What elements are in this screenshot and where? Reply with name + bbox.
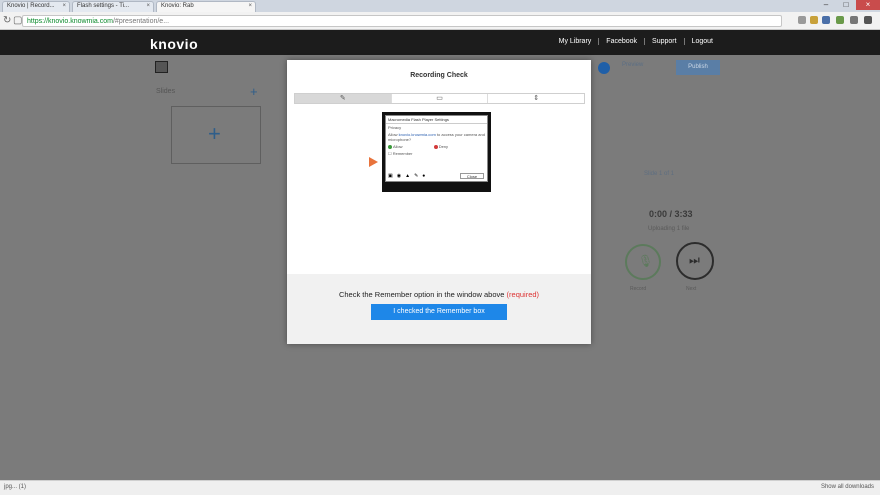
extension-icon[interactable] [798, 16, 806, 24]
browser-tab-3[interactable]: Knovio: Rab × [156, 1, 256, 12]
show-all-downloads-link[interactable]: Show all downloads [821, 484, 874, 490]
confirm-remember-button[interactable]: I checked the Remember box [371, 304, 507, 320]
extension-icon[interactable] [822, 16, 830, 24]
nav-facebook[interactable]: Facebook [598, 38, 644, 45]
slide-counter: Slide 1 of 1 [644, 171, 675, 177]
plus-icon: + [208, 121, 221, 146]
slides-label: Slides [156, 88, 176, 95]
timer-subtext: Uploading 1 file [648, 226, 690, 232]
slide-thumbnail-icon[interactable] [155, 61, 168, 73]
add-slide-icon[interactable]: + [250, 84, 258, 99]
browser-tab-2[interactable]: Flash settings - Ti... × [72, 1, 154, 12]
flash-close-button[interactable]: Close [460, 173, 484, 179]
publish-button[interactable]: Publish [676, 60, 720, 75]
preview-button[interactable]: Preview [622, 62, 664, 74]
close-tab-icon[interactable]: × [248, 3, 252, 9]
flash-privacy-label: Privacy [388, 125, 402, 130]
recording-timer: 0:00 / 3:33 [649, 209, 693, 219]
browser-tab-1[interactable]: Knovio | Record... × [2, 1, 70, 12]
flash-title: Macromedia Flash Player Settings [386, 116, 487, 124]
camera-icon[interactable]: ● [422, 173, 425, 179]
close-window-icon[interactable]: × [856, 0, 880, 10]
microphone-icon[interactable]: ✎ [414, 173, 418, 179]
skip-next-icon: ⏭ [689, 253, 700, 267]
required-label: (required) [506, 290, 540, 299]
nav-logout[interactable]: Logout [683, 38, 720, 45]
minimize-icon[interactable]: – [816, 0, 836, 10]
address-bar[interactable]: https://knovio.knowmia.com/#presentation… [22, 15, 782, 27]
download-bar: jpg... (1) Show all downloads [0, 480, 880, 495]
record-button[interactable]: 🎙 [625, 244, 661, 280]
flash-question: Allow knovio.knowmia.com to access your … [388, 132, 485, 142]
close-tab-icon[interactable]: × [62, 3, 66, 9]
next-button[interactable]: ⏭ [676, 242, 714, 280]
add-slide-card[interactable]: + [171, 106, 261, 164]
allow-radio[interactable] [388, 144, 392, 149]
flash-tab-icons: ▣ ◉ ▲ ✎ ● [388, 173, 425, 179]
extension-icon[interactable] [810, 16, 818, 24]
recording-check-dialog: Recording Check ✎ ▭ ⇕ Macromedia Flash P… [287, 60, 591, 344]
top-nav: My Library Facebook Support Logout [552, 38, 720, 45]
deny-label: Deny [438, 144, 449, 149]
menu-icon[interactable] [864, 16, 872, 24]
privacy-icon[interactable]: ◉ [397, 173, 401, 179]
maximize-icon[interactable]: □ [836, 0, 856, 10]
close-tab-icon[interactable]: × [146, 3, 150, 9]
next-label: Next [686, 286, 697, 292]
nav-support[interactable]: Support [644, 38, 684, 45]
step-microphone-tab[interactable]: ⇕ [487, 94, 584, 103]
allow-label: Allow [393, 144, 403, 149]
address-toolbar: ↻ ▢ https://knovio.knowmia.com/#presenta… [0, 12, 880, 30]
flash-settings-panel: Macromedia Flash Player Settings Privacy… [382, 112, 491, 192]
display-icon[interactable]: ▣ [388, 173, 393, 179]
record-label: Record [630, 286, 647, 292]
reload-icon[interactable]: ↻ [3, 15, 11, 26]
instruction-text: Check the Remember option in the window … [338, 290, 540, 299]
step-tabs: ✎ ▭ ⇕ [294, 93, 585, 104]
logo[interactable]: knovio [150, 36, 198, 52]
extension-icon[interactable] [850, 16, 858, 24]
pointer-arrow-icon [369, 157, 378, 167]
app-header: knovio My Library Facebook Support Logou… [0, 30, 880, 55]
extension-icon[interactable] [836, 16, 844, 24]
microphone-icon: 🎙 [638, 254, 654, 268]
storage-icon[interactable]: ▲ [405, 173, 410, 179]
step-screen-tab[interactable]: ▭ [390, 94, 488, 103]
browser-tab-bar: Knovio | Record... × Flash settings - Ti.… [0, 0, 880, 12]
dialog-title: Recording Check [410, 72, 468, 79]
download-item[interactable]: jpg... (1) [4, 484, 26, 490]
deny-radio[interactable] [433, 144, 438, 149]
remember-checkbox[interactable]: ☐ Remember [386, 150, 487, 157]
step-pencil-tab[interactable]: ✎ [295, 94, 391, 103]
nav-my-library[interactable]: My Library [552, 38, 599, 45]
settings-icon[interactable] [598, 62, 610, 74]
